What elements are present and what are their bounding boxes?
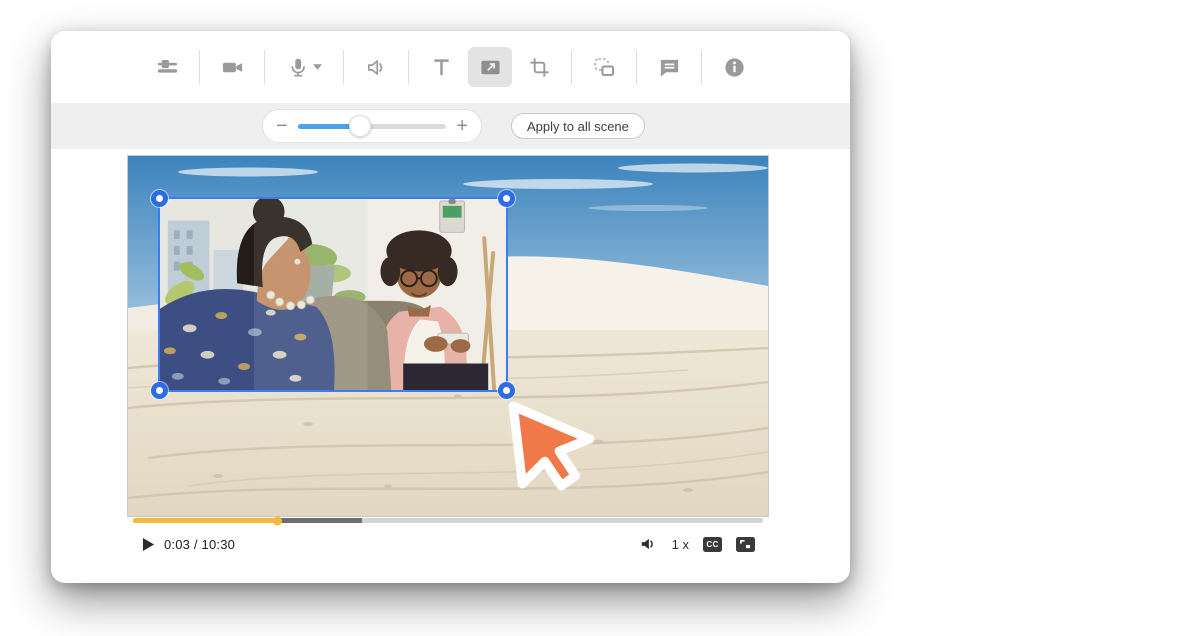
microphone-button[interactable]	[275, 47, 333, 87]
microphone-icon	[287, 56, 309, 79]
adjustments-button[interactable]	[145, 47, 189, 87]
scale-toolbar: − + Apply to all scene	[51, 103, 850, 149]
toolbar-separator	[636, 50, 637, 84]
time-display: 0:03 / 10:30	[164, 537, 235, 552]
resize-button[interactable]	[582, 47, 626, 87]
resize-handle-top-right[interactable]	[498, 190, 515, 207]
volume-button[interactable]	[639, 535, 658, 553]
fullscreen-button[interactable]	[736, 537, 755, 552]
toolbar-separator	[408, 50, 409, 84]
crop-button[interactable]	[517, 47, 561, 87]
toolbar-separator	[571, 50, 572, 84]
resize-handle-top-left[interactable]	[151, 190, 168, 207]
closed-captions-button[interactable]: CC	[703, 537, 722, 552]
text-tool-button[interactable]	[419, 47, 463, 87]
webcam-button[interactable]	[210, 47, 254, 87]
info-circle-icon	[723, 56, 746, 79]
progress-played	[133, 518, 278, 523]
cursor-arrow-graphic	[500, 392, 602, 494]
resize-frame-icon	[592, 55, 616, 79]
playback-speed-button[interactable]: 1 x	[672, 537, 689, 552]
progress-bar[interactable]	[133, 518, 763, 523]
play-button[interactable]	[142, 537, 155, 552]
editor-window: − + Apply to all scene	[51, 31, 850, 583]
apply-all-scene-button[interactable]: Apply to all scene	[511, 113, 645, 139]
toolbar-separator	[199, 50, 200, 84]
resize-handle-bottom-left[interactable]	[151, 382, 168, 399]
toolbar-separator	[701, 50, 702, 84]
overlay-arrow-icon	[479, 56, 502, 79]
text-tool-icon	[430, 56, 453, 79]
main-toolbar	[51, 31, 850, 103]
speech-bubble-icon	[658, 56, 681, 79]
zoom-out-button[interactable]: −	[276, 116, 288, 136]
video-canvas[interactable]	[128, 156, 768, 516]
webcam-overlay-clip[interactable]	[158, 197, 508, 392]
speaker-button[interactable]	[354, 47, 398, 87]
player-right-controls: 1 x CC	[639, 535, 755, 553]
scale-slider-thumb[interactable]	[349, 115, 371, 137]
volume-icon	[639, 535, 658, 553]
crop-icon	[528, 56, 551, 79]
chevron-down-icon	[313, 64, 322, 70]
overlay-tool-button[interactable]	[468, 47, 512, 87]
mixer-sliders-icon	[156, 56, 179, 79]
player-controls: 0:03 / 10:30 1 x CC	[128, 532, 768, 556]
captions-button[interactable]	[647, 47, 691, 87]
webcam-video-image	[160, 199, 506, 390]
progress-handle[interactable]	[273, 516, 282, 525]
player-bar: 0:03 / 10:30 1 x CC	[128, 518, 768, 556]
play-icon	[142, 537, 155, 552]
speaker-icon	[365, 56, 388, 79]
info-button[interactable]	[712, 47, 756, 87]
scale-slider-track[interactable]	[298, 124, 447, 129]
scale-slider-control: − +	[262, 109, 482, 143]
zoom-in-button[interactable]: +	[456, 116, 468, 136]
toolbar-separator	[343, 50, 344, 84]
progress-buffered	[278, 518, 362, 523]
video-camera-icon	[221, 56, 244, 79]
toolbar-separator	[264, 50, 265, 84]
fullscreen-icon	[739, 539, 752, 550]
